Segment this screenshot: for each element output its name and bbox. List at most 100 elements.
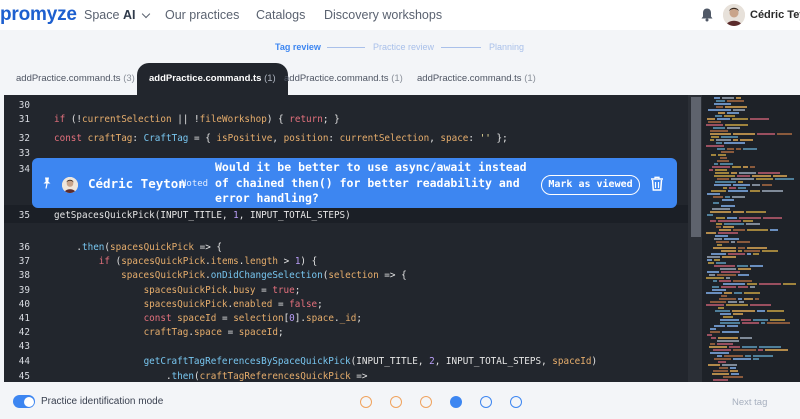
code-line[interactable]: const craftTag: CraftTag = { isPositive,… — [54, 133, 508, 144]
minimap-line — [722, 199, 734, 201]
code-line[interactable]: .then(craftTagReferencesQuickPick => — [54, 371, 368, 382]
minimap-line — [759, 346, 781, 348]
code-line[interactable]: spacesQuickPick.busy = true; — [54, 285, 301, 296]
minimap-line — [739, 217, 761, 219]
minimap-line — [714, 259, 720, 261]
minimap-line — [709, 274, 715, 276]
line-number: 31 — [18, 114, 30, 125]
minimap-line — [739, 301, 744, 303]
scrollbar-thumb[interactable] — [691, 97, 701, 237]
minimap-line — [716, 241, 729, 243]
file-tab[interactable]: addPractice.command.ts (3) — [16, 63, 135, 95]
minimap-line — [736, 148, 741, 150]
code-line[interactable]: spacesQuickPick.enabled = false; — [54, 299, 323, 310]
nav-catalogs[interactable]: Catalogs — [256, 8, 305, 22]
nav-discovery-workshops[interactable]: Discovery workshops — [324, 8, 442, 22]
bottom-bar: Practice identification mode Next tag — [0, 393, 800, 413]
file-tab-active[interactable]: addPractice.command.ts (1) — [137, 63, 288, 95]
pagination-dot[interactable] — [450, 396, 462, 408]
line-number: 30 — [18, 100, 30, 111]
minimap-line — [738, 187, 746, 189]
minimap-line — [750, 265, 763, 267]
minimap-line — [750, 286, 755, 288]
code-line[interactable]: const spaceId = selection[0].space._id; — [54, 313, 362, 324]
pagination-dot[interactable] — [360, 396, 372, 408]
minimap-line — [716, 100, 725, 102]
app-logo[interactable]: promyze — [0, 4, 77, 26]
mark-as-viewed-button[interactable]: Mark as viewed — [541, 175, 640, 195]
minimap-line — [777, 133, 792, 135]
space-selector[interactable]: Space AI — [84, 8, 151, 22]
pagination-dot[interactable] — [390, 396, 402, 408]
minimap-line — [733, 349, 756, 351]
minimap-line — [716, 139, 731, 141]
code-editor[interactable]: 30 31 if (!currentSelection || !fileWorksh… — [4, 95, 800, 382]
line-number: 32 — [18, 133, 30, 144]
comment-message: Would it be better to use async/await in… — [215, 160, 527, 205]
step-practice-review[interactable]: Practice review — [373, 42, 434, 52]
minimap-line — [717, 244, 722, 246]
minimap-line — [744, 292, 760, 294]
code-minimap[interactable] — [702, 95, 800, 382]
code-line[interactable]: if (!currentSelection || !fileWorkshop) … — [54, 114, 340, 125]
code-area[interactable]: 30 31 if (!currentSelection || !fileWorksh… — [4, 95, 688, 382]
code-line[interactable]: if (spacesQuickPick.items.length > 1) { — [54, 256, 317, 267]
minimap-line — [711, 136, 719, 138]
minimap-line — [720, 322, 740, 324]
minimap-line — [710, 352, 729, 354]
minimap-line — [717, 343, 733, 345]
minimap-line — [710, 328, 716, 330]
minimap-line — [712, 166, 730, 168]
minimap-line — [713, 247, 736, 249]
minimap-line — [746, 223, 760, 225]
code-line[interactable]: .then(spacesQuickPick => { — [54, 242, 222, 253]
minimap-line — [711, 190, 726, 192]
minimap-line — [757, 133, 775, 135]
code-line[interactable]: getCraftTagReferencesBySpaceQuickPick(IN… — [54, 356, 598, 367]
bell-icon[interactable] — [700, 7, 714, 22]
pagination-dot[interactable] — [480, 396, 492, 408]
next-tag-button[interactable]: Next tag — [732, 397, 767, 408]
trash-icon[interactable] — [650, 176, 664, 191]
practice-mode-toggle[interactable] — [13, 395, 35, 408]
minimap-line — [720, 157, 727, 159]
file-tab[interactable]: addPractice.command.ts (1) — [417, 63, 536, 95]
avatar[interactable] — [723, 4, 745, 26]
code-line[interactable]: craftTag.space = spaceId; — [54, 327, 284, 338]
minimap-line — [716, 262, 726, 264]
minimap-line — [715, 235, 728, 237]
step-tag-review[interactable]: Tag review — [275, 42, 321, 52]
minimap-line — [731, 172, 737, 174]
minimap-line — [738, 298, 742, 300]
minimap-line — [713, 202, 719, 204]
comment-banner: Cédric Teyton Noted Would it be better t… — [32, 158, 677, 208]
line-number: 33 — [18, 148, 30, 159]
minimap-line — [737, 265, 748, 267]
minimap-line — [732, 118, 748, 120]
minimap-line — [715, 181, 736, 183]
code-line[interactable]: getSpacesQuickPick(INPUT_TITLE, 1, INPUT… — [54, 210, 351, 221]
user-name[interactable]: Cédric Teyton — [750, 9, 800, 21]
nav-our-practices[interactable]: Our practices — [165, 8, 239, 22]
minimap-line — [717, 178, 729, 180]
minimap-line — [733, 109, 745, 111]
pagination-dot[interactable] — [420, 396, 432, 408]
minimap-line — [710, 133, 731, 135]
minimap-line — [747, 253, 751, 255]
step-connector — [441, 47, 481, 48]
minimap-line — [710, 139, 714, 141]
step-planning[interactable]: Planning — [489, 42, 524, 52]
pagination-dot[interactable] — [510, 396, 522, 408]
code-line[interactable]: spacesQuickPick.onDidChangeSelection(sel… — [54, 270, 407, 281]
comment-author-avatar — [62, 177, 78, 193]
minimap-line — [738, 250, 742, 252]
minimap-line — [708, 364, 720, 366]
user-photo — [723, 4, 745, 26]
minimap-line — [736, 97, 741, 99]
minimap-line — [714, 325, 725, 327]
minimap-line — [733, 211, 744, 213]
minimap-line — [713, 379, 728, 381]
pin-icon[interactable] — [42, 177, 52, 189]
file-tab[interactable]: addPractice.command.ts (1) — [284, 63, 403, 95]
minimap-line — [743, 166, 748, 168]
